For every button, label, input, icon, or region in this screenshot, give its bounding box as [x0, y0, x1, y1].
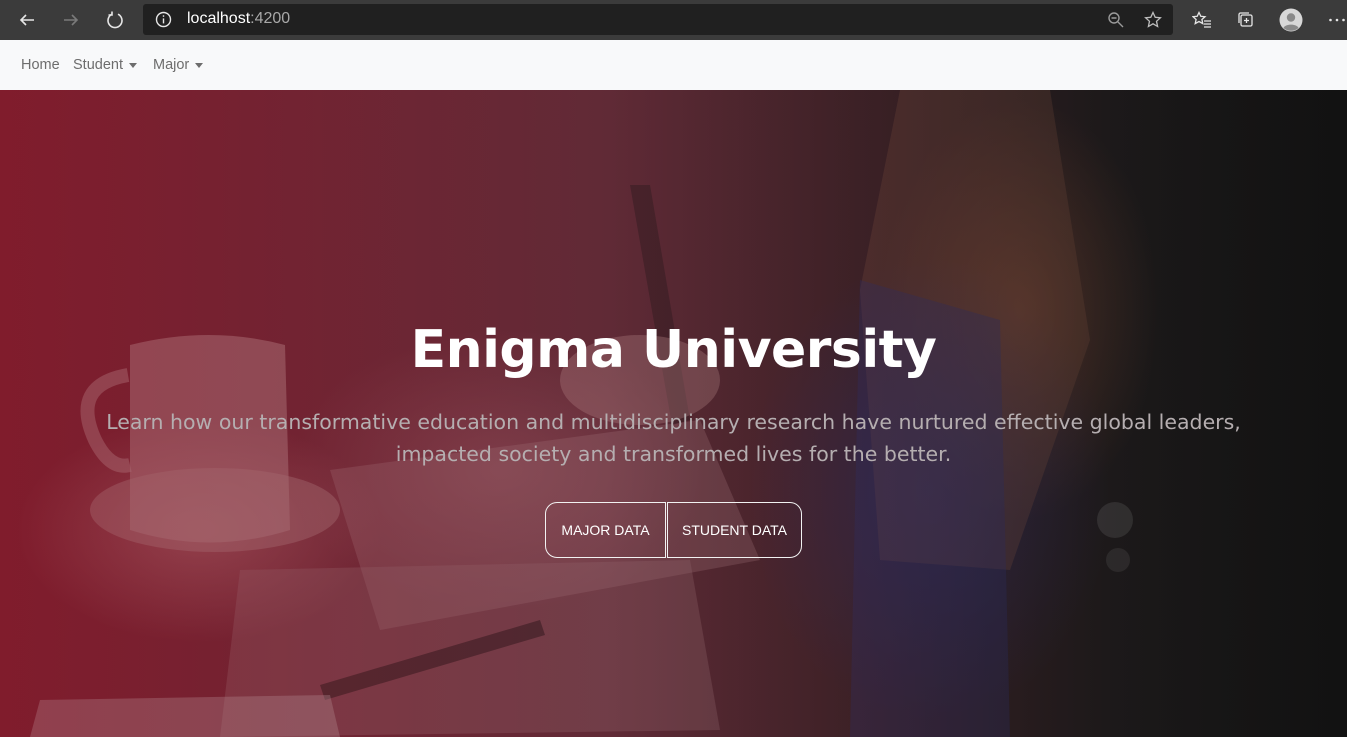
- favorite-button[interactable]: [1143, 10, 1163, 30]
- browser-toolbar: localhost:4200: [0, 0, 1347, 40]
- favorites-list-icon: [1192, 11, 1211, 28]
- back-icon: [19, 14, 34, 26]
- forward-button[interactable]: [56, 5, 86, 35]
- site-navbar: Home Student Major: [0, 40, 1347, 90]
- url-host: localhost: [187, 10, 251, 27]
- favorites-button[interactable]: [1187, 5, 1217, 35]
- more-button[interactable]: [1322, 5, 1347, 35]
- forward-icon: [64, 14, 79, 26]
- collections-button[interactable]: [1231, 5, 1261, 35]
- back-button[interactable]: [12, 5, 42, 35]
- url-text[interactable]: localhost:4200: [187, 10, 290, 28]
- refresh-icon: [107, 11, 123, 29]
- hero-subtitle: Learn how our transformative education a…: [0, 406, 1347, 470]
- nav-student-dropdown[interactable]: Student: [73, 57, 137, 73]
- more-icon: [1329, 18, 1345, 22]
- caret-down-icon: [195, 62, 204, 68]
- profile-button[interactable]: [1276, 5, 1306, 35]
- info-icon[interactable]: [155, 11, 172, 28]
- nav-home-link[interactable]: Home: [21, 57, 60, 73]
- hero-subtitle-line: impacted society and transformed lives f…: [395, 442, 952, 466]
- student-data-button[interactable]: STUDENT DATA: [667, 502, 802, 558]
- hero-button-group: MAJOR DATA STUDENT DATA: [545, 502, 802, 558]
- caret-down-icon: [129, 62, 137, 68]
- nav-major-label: Major: [153, 57, 190, 73]
- hero-section: Enigma University Learn how our transfor…: [0, 90, 1347, 737]
- url-port: :4200: [250, 10, 291, 27]
- major-data-button[interactable]: MAJOR DATA: [545, 502, 666, 558]
- collections-icon: [1238, 12, 1253, 27]
- zoom-button[interactable]: [1106, 10, 1126, 30]
- nav-student-label: Student: [73, 57, 123, 73]
- nav-major-dropdown[interactable]: Major: [153, 57, 204, 73]
- hero-title: Enigma University: [410, 320, 937, 380]
- profile-avatar-icon: [1279, 8, 1303, 32]
- favorite-star-icon: [1144, 11, 1162, 28]
- hero-subtitle-line: Learn how our transformative education a…: [106, 410, 1241, 434]
- zoom-icon: [1108, 12, 1124, 28]
- refresh-button[interactable]: [100, 5, 130, 35]
- address-bar[interactable]: localhost:4200: [143, 4, 1173, 35]
